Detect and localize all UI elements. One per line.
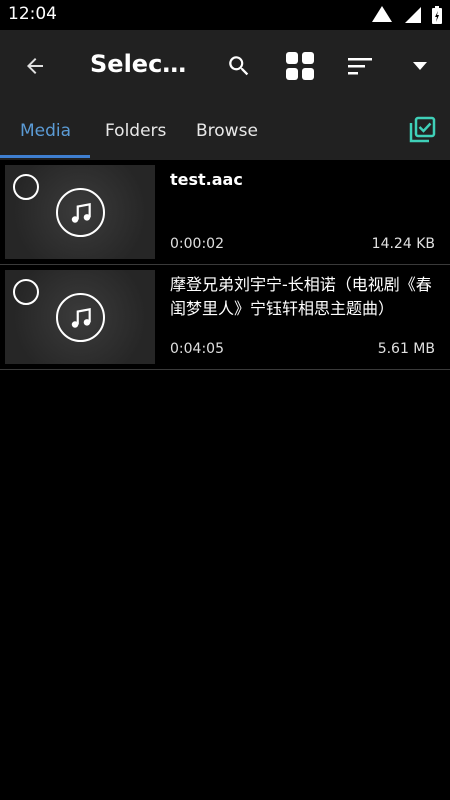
- tab-indicator: [0, 155, 90, 158]
- sort-button[interactable]: [332, 30, 388, 102]
- search-icon: [229, 56, 249, 76]
- item-size: 14.24 KB: [371, 236, 435, 252]
- back-button[interactable]: [7, 30, 63, 102]
- tab-folders[interactable]: Folders: [105, 102, 166, 160]
- search-button[interactable]: [211, 30, 267, 102]
- item-title: 摩登兄弟刘宇宁-长相诺（电视剧《春闺梦里人》宁钰轩相思主题曲）: [170, 275, 432, 318]
- media-list: test.aac 0:00:02 14.24 KB 摩登兄弟刘宇宁-长相诺（电视…: [0, 160, 450, 370]
- select-radio[interactable]: [13, 174, 39, 200]
- battery-icon: [432, 6, 442, 24]
- sort-icon: [348, 58, 372, 75]
- signal-icon: [372, 6, 392, 22]
- grid-view-icon: [286, 52, 314, 80]
- status-time: 12:04: [8, 4, 57, 24]
- status-icons: [372, 6, 442, 24]
- music-note-icon: [56, 293, 105, 342]
- dropdown-triangle-icon: [413, 62, 427, 70]
- select-all-icon: [409, 116, 436, 143]
- item-size: 5.61 MB: [377, 341, 435, 357]
- select-radio[interactable]: [13, 279, 39, 305]
- grid-view-button[interactable]: [272, 30, 328, 102]
- tab-media[interactable]: Media: [20, 102, 71, 160]
- item-duration: 0:00:02: [170, 236, 224, 252]
- page-title: Select…: [90, 50, 190, 78]
- list-item[interactable]: test.aac 0:00:02 14.24 KB: [0, 160, 450, 265]
- more-options-button[interactable]: [392, 30, 448, 102]
- item-duration: 0:04:05: [170, 341, 224, 357]
- select-all-button[interactable]: [404, 112, 440, 148]
- tab-bar: Media Folders Browse: [0, 102, 450, 160]
- music-note-icon: [56, 188, 105, 237]
- wifi-icon: [405, 7, 421, 23]
- item-title: test.aac: [170, 170, 243, 189]
- status-bar: 12:04: [0, 0, 450, 30]
- tab-browse[interactable]: Browse: [196, 102, 258, 160]
- toolbar: Select…: [0, 30, 450, 102]
- thumbnail: [5, 165, 155, 259]
- thumbnail: [5, 270, 155, 364]
- list-item[interactable]: 摩登兄弟刘宇宁-长相诺（电视剧《春闺梦里人》宁钰轩相思主题曲） 0:04:05 …: [0, 265, 450, 370]
- back-arrow-icon: [27, 58, 43, 74]
